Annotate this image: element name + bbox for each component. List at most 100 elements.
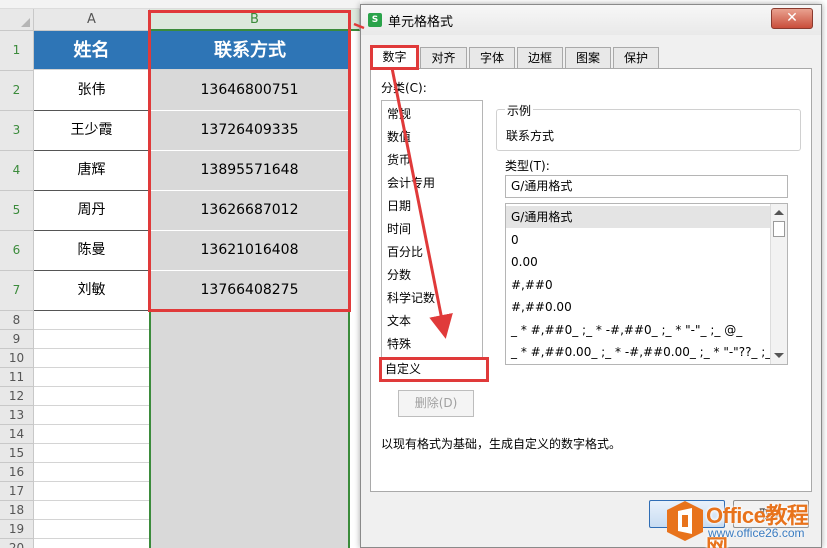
format-item[interactable]: 0 (511, 229, 519, 251)
empty-cell[interactable] (34, 444, 150, 463)
format-item[interactable]: _ * #,##0_ ;_ * -#,##0_ ;_ * "-"_ ;_ @_ (511, 319, 742, 341)
number-tab-panel: 分类(C): 常规 数值 货币 会计专用 日期 时间 百分比 分数 科学记数 文本 特殊 自定义 删… (370, 68, 812, 492)
row-header-13[interactable]: 13 (0, 406, 34, 425)
name-cell[interactable]: 周丹 (34, 191, 150, 231)
category-item[interactable]: 时间 (387, 218, 411, 241)
delete-button[interactable]: 删除(D) (398, 390, 474, 417)
row-header-1[interactable]: 1 (0, 31, 34, 71)
category-item[interactable]: 货币 (387, 149, 411, 172)
empty-cell[interactable] (34, 520, 150, 539)
row-header-18[interactable]: 18 (0, 501, 34, 520)
watermark-url: www.office26.com (708, 526, 805, 540)
row-header-12[interactable]: 12 (0, 387, 34, 406)
empty-cell[interactable] (34, 539, 150, 548)
category-item[interactable]: 百分比 (387, 241, 423, 264)
row-header-5[interactable]: 5 (0, 191, 34, 231)
format-description: 以现有格式为基础，生成自定义的数字格式。 (381, 437, 622, 451)
name-cell[interactable]: 唐辉 (34, 151, 150, 191)
tab-pattern[interactable]: 图案 (565, 47, 611, 69)
office-logo-icon (667, 501, 703, 541)
row-header-16[interactable]: 16 (0, 463, 34, 482)
empty-cell[interactable] (34, 406, 150, 425)
scroll-down-icon[interactable] (774, 353, 784, 358)
row-header-11[interactable]: 11 (0, 368, 34, 387)
phone-cell[interactable]: 13621016408 (150, 231, 350, 271)
phone-cell[interactable]: 13626687012 (150, 191, 350, 231)
close-button[interactable]: ✕ (771, 8, 813, 29)
format-list[interactable]: _ * #,##0.00_ ;_ * -#,##0.00_ ;_ * "-"??… (505, 203, 788, 365)
empty-cell[interactable] (34, 482, 150, 501)
category-item[interactable]: 常规 (387, 103, 411, 126)
row-header-17[interactable]: 17 (0, 482, 34, 501)
dialog-titlebar[interactable]: S 单元格格式 ✕ (361, 5, 821, 35)
row-header-9[interactable]: 9 (0, 330, 34, 349)
category-item[interactable]: 日期 (387, 195, 411, 218)
tab-number[interactable]: 数字 (370, 45, 419, 70)
empty-cell[interactable] (34, 387, 150, 406)
phone-cell[interactable]: 13895571648 (150, 151, 350, 191)
column-header-a[interactable]: A (34, 9, 150, 31)
row-header-8[interactable]: 8 (0, 311, 34, 330)
empty-cell[interactable] (34, 330, 150, 349)
row-headers: 1 2 3 4 5 6 7 8 9 10 11 12 13 14 15 16 17 18 19 20 (0, 31, 34, 548)
empty-cell[interactable] (34, 349, 150, 368)
row-header-2[interactable]: 2 (0, 71, 34, 111)
empty-cell[interactable] (34, 425, 150, 444)
category-item[interactable]: 科学记数 (387, 287, 435, 310)
format-cells-dialog: S 单元格格式 ✕ 数字 对齐 字体 边框 图案 保护 分类(C): 常规 数值货… (360, 4, 822, 548)
column-header-b[interactable]: B (150, 9, 360, 31)
category-list[interactable]: 常规 数值 货币 会计专用 日期 时间 百分比 分数 科学记数 文本 特殊 (381, 100, 483, 370)
watermark-title: Office教程网 (706, 503, 809, 548)
row-header-10[interactable]: 10 (0, 349, 34, 368)
empty-cell[interactable] (34, 311, 150, 330)
name-cell[interactable]: 刘敏 (34, 271, 150, 311)
example-value: 联系方式 (506, 129, 555, 143)
row-header-4[interactable]: 4 (0, 151, 34, 191)
row-header-15[interactable]: 15 (0, 444, 34, 463)
dialog-title: 单元格格式 (388, 15, 454, 30)
spreadsheet: A B 1 2 3 4 5 6 7 8 9 10 11 12 13 14 15 16 17 18 19 20 姓名 联… (0, 0, 360, 548)
category-item[interactable]: 会计专用 (387, 172, 435, 195)
category-item-custom[interactable]: 自定义 (379, 357, 489, 382)
type-label: 类型(T): (505, 159, 550, 173)
row-header-19[interactable]: 19 (0, 520, 34, 539)
empty-cell[interactable] (34, 463, 150, 482)
category-item[interactable]: 特殊 (387, 333, 411, 356)
category-label: 分类(C): (381, 81, 427, 95)
tab-font[interactable]: 字体 (469, 47, 515, 69)
phone-cell[interactable]: 13646800751 (150, 71, 350, 111)
type-input[interactable]: G/通用格式 (505, 175, 788, 198)
tab-border[interactable]: 边框 (517, 47, 563, 69)
header-cell-name[interactable]: 姓名 (34, 31, 150, 70)
name-cell[interactable]: 张伟 (34, 71, 150, 111)
header-cell-contact[interactable]: 联系方式 (150, 31, 350, 70)
format-item[interactable]: 0.00 (511, 251, 538, 273)
name-cell[interactable]: 陈曼 (34, 231, 150, 271)
format-list-scrollbar[interactable] (770, 204, 787, 364)
phone-cell[interactable]: 13726409335 (150, 111, 350, 151)
toolbar-strip (0, 0, 360, 9)
app-icon: S (368, 13, 382, 27)
row-header-20[interactable]: 20 (0, 539, 34, 548)
category-item[interactable]: 数值 (387, 126, 411, 149)
scroll-thumb[interactable] (773, 221, 785, 237)
row-header-6[interactable]: 6 (0, 231, 34, 271)
row-header-7[interactable]: 7 (0, 271, 34, 311)
select-all-corner[interactable] (0, 9, 34, 31)
name-cell[interactable]: 王少霞 (34, 111, 150, 151)
format-item[interactable]: _ * #,##0.00_ ;_ * -#,##0.00_ ;_ * "-"??… (511, 341, 787, 363)
corner-triangle-icon (21, 18, 30, 27)
scroll-up-icon[interactable] (774, 210, 784, 215)
category-item[interactable]: 文本 (387, 310, 411, 333)
category-item[interactable]: 分数 (387, 264, 411, 287)
row-header-3[interactable]: 3 (0, 111, 34, 151)
tab-protection[interactable]: 保护 (613, 47, 659, 69)
tab-alignment[interactable]: 对齐 (420, 47, 467, 69)
format-item[interactable]: #,##0 (511, 274, 553, 296)
phone-cell[interactable]: 13766408275 (150, 271, 350, 311)
empty-cell[interactable] (34, 501, 150, 520)
format-item[interactable]: #,##0.00 (511, 296, 572, 318)
empty-cell[interactable] (34, 368, 150, 387)
row-header-14[interactable]: 14 (0, 425, 34, 444)
format-item[interactable]: G/通用格式 (506, 206, 770, 228)
